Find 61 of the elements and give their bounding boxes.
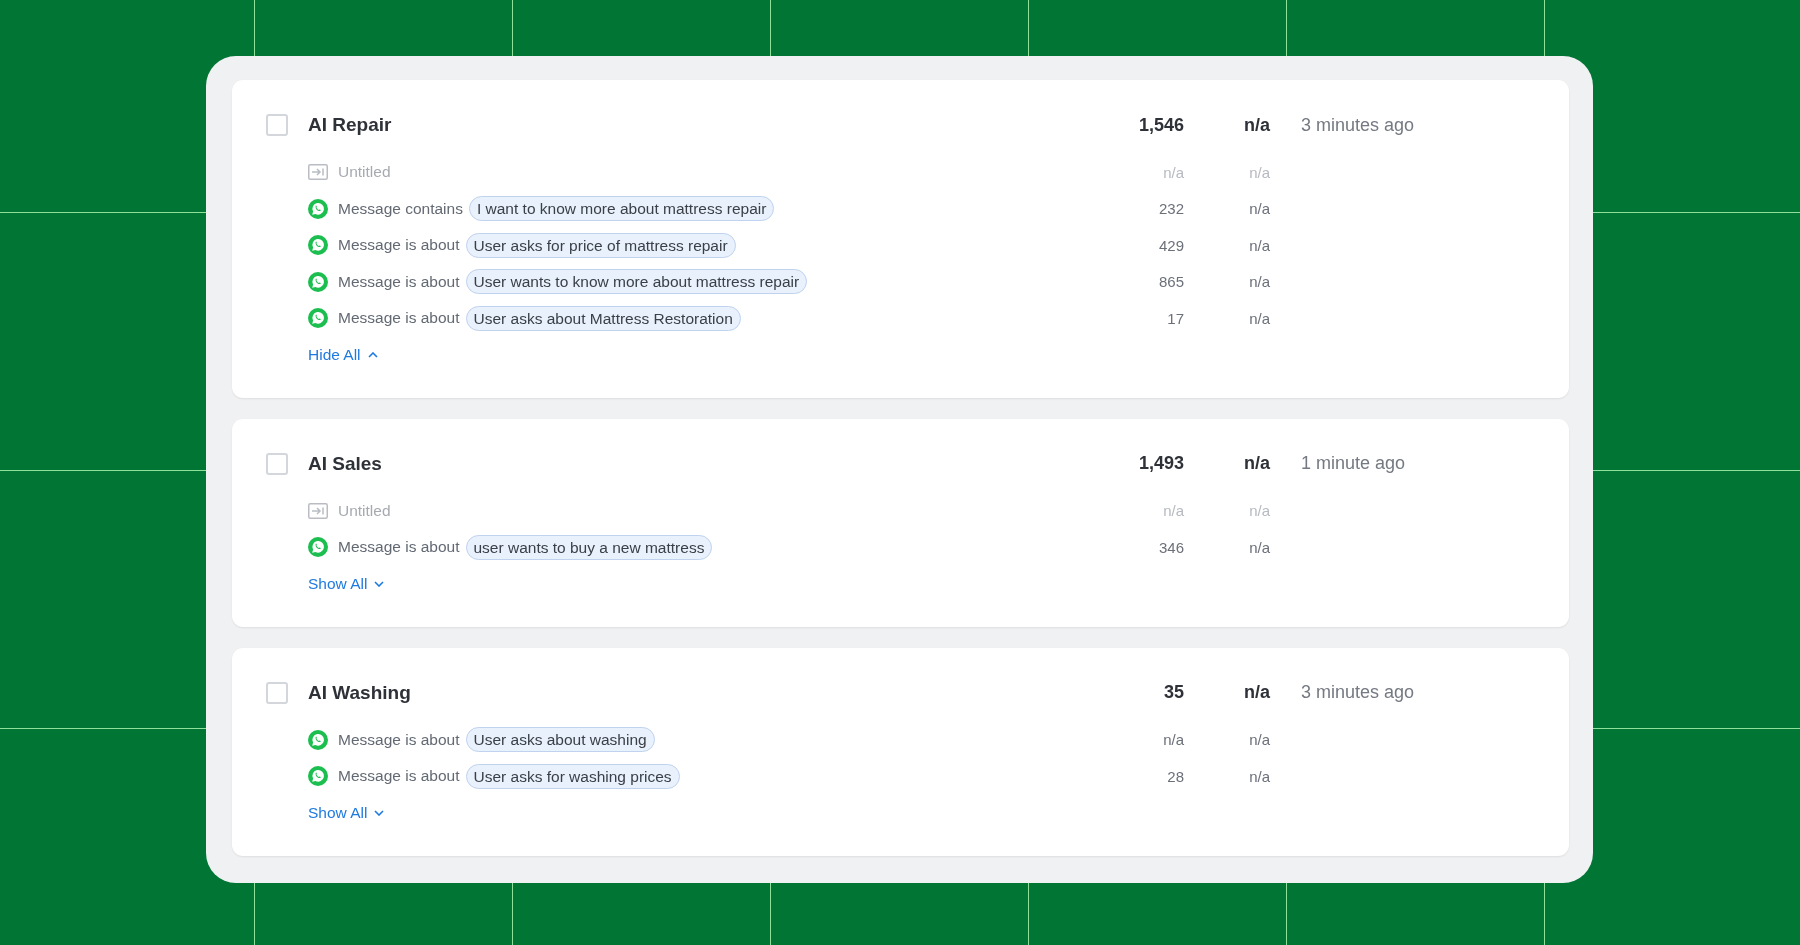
- condition-label: Message is about: [338, 272, 460, 291]
- timestamp: 3 minutes ago: [1300, 682, 1415, 703]
- stat-value: n/a: [1249, 273, 1270, 291]
- count-value: n/a: [1163, 731, 1184, 749]
- phone-bubble-icon: [308, 537, 328, 558]
- count-value: 429: [1158, 236, 1184, 254]
- count-value: 28: [1167, 767, 1184, 785]
- condition-label: Message is about: [338, 538, 460, 557]
- trigger-name: Untitled: [338, 163, 391, 182]
- trigger-name: Untitled: [338, 501, 391, 520]
- phone-bubble-icon: [308, 729, 328, 750]
- phone-bubble-icon: [308, 198, 328, 219]
- stat-value: n/a: [1244, 453, 1270, 474]
- count-value: 17: [1167, 309, 1184, 327]
- condition-label: Message is about: [338, 309, 460, 328]
- stat-value: n/a: [1244, 114, 1270, 136]
- phrase-tag: User asks for price of mattress repair: [465, 232, 736, 258]
- stat-value: n/a: [1249, 236, 1270, 254]
- timestamp: 3 minutes ago: [1300, 114, 1415, 136]
- condition-label: Message is about: [338, 730, 460, 749]
- stat-value: n/a: [1249, 163, 1270, 181]
- checkbox[interactable]: [266, 452, 288, 475]
- phrase-tag: User asks about Mattress Restoration: [465, 305, 741, 331]
- checkbox[interactable]: [266, 681, 288, 704]
- stat-value: n/a: [1249, 767, 1270, 785]
- stat-value: n/a: [1249, 731, 1270, 749]
- phone-bubble-icon: [308, 271, 328, 292]
- condition-label: Message is about: [338, 236, 460, 255]
- stat-value: n/a: [1249, 200, 1270, 218]
- phone-bubble-icon: [308, 235, 328, 256]
- phrase-tag: User asks for washing prices: [465, 763, 680, 789]
- count-value: n/a: [1163, 502, 1184, 520]
- arrow-box-icon: [308, 502, 328, 519]
- toggle-link[interactable]: Show All: [308, 803, 385, 822]
- count-value: 35: [1163, 682, 1184, 703]
- toggle-link[interactable]: Hide All: [308, 345, 378, 364]
- timestamp: 1 minute ago: [1300, 453, 1406, 474]
- flow-title: AI Sales: [308, 452, 382, 475]
- stat-value: n/a: [1249, 309, 1270, 327]
- phrase-tag: user wants to buy a new mattress: [465, 534, 713, 560]
- flow-title: AI Washing: [308, 681, 411, 704]
- stat-value: n/a: [1244, 682, 1270, 703]
- count-value: n/a: [1163, 163, 1184, 181]
- checkbox[interactable]: [266, 114, 288, 136]
- phrase-tag: I want to know more about mattress repair: [468, 196, 775, 222]
- arrow-box-icon: [308, 164, 328, 181]
- condition-label: Message is about: [338, 767, 460, 786]
- condition-label: Message contains: [338, 199, 463, 218]
- count-value: 1,493: [1138, 453, 1184, 474]
- toggle-link[interactable]: Show All: [308, 574, 385, 593]
- phone-bubble-icon: [308, 308, 328, 329]
- count-value: 346: [1158, 538, 1184, 556]
- phrase-tag: User wants to know more about mattress repair: [465, 269, 808, 295]
- stat-value: n/a: [1249, 502, 1270, 520]
- flow-title: AI Repair: [308, 114, 392, 136]
- count-value: 232: [1158, 200, 1184, 218]
- phrase-tag: User asks about washing: [465, 727, 655, 753]
- count-value: 1,546: [1138, 114, 1184, 136]
- count-value: 865: [1158, 273, 1184, 291]
- stat-value: n/a: [1249, 538, 1270, 556]
- phone-bubble-icon: [308, 766, 328, 787]
